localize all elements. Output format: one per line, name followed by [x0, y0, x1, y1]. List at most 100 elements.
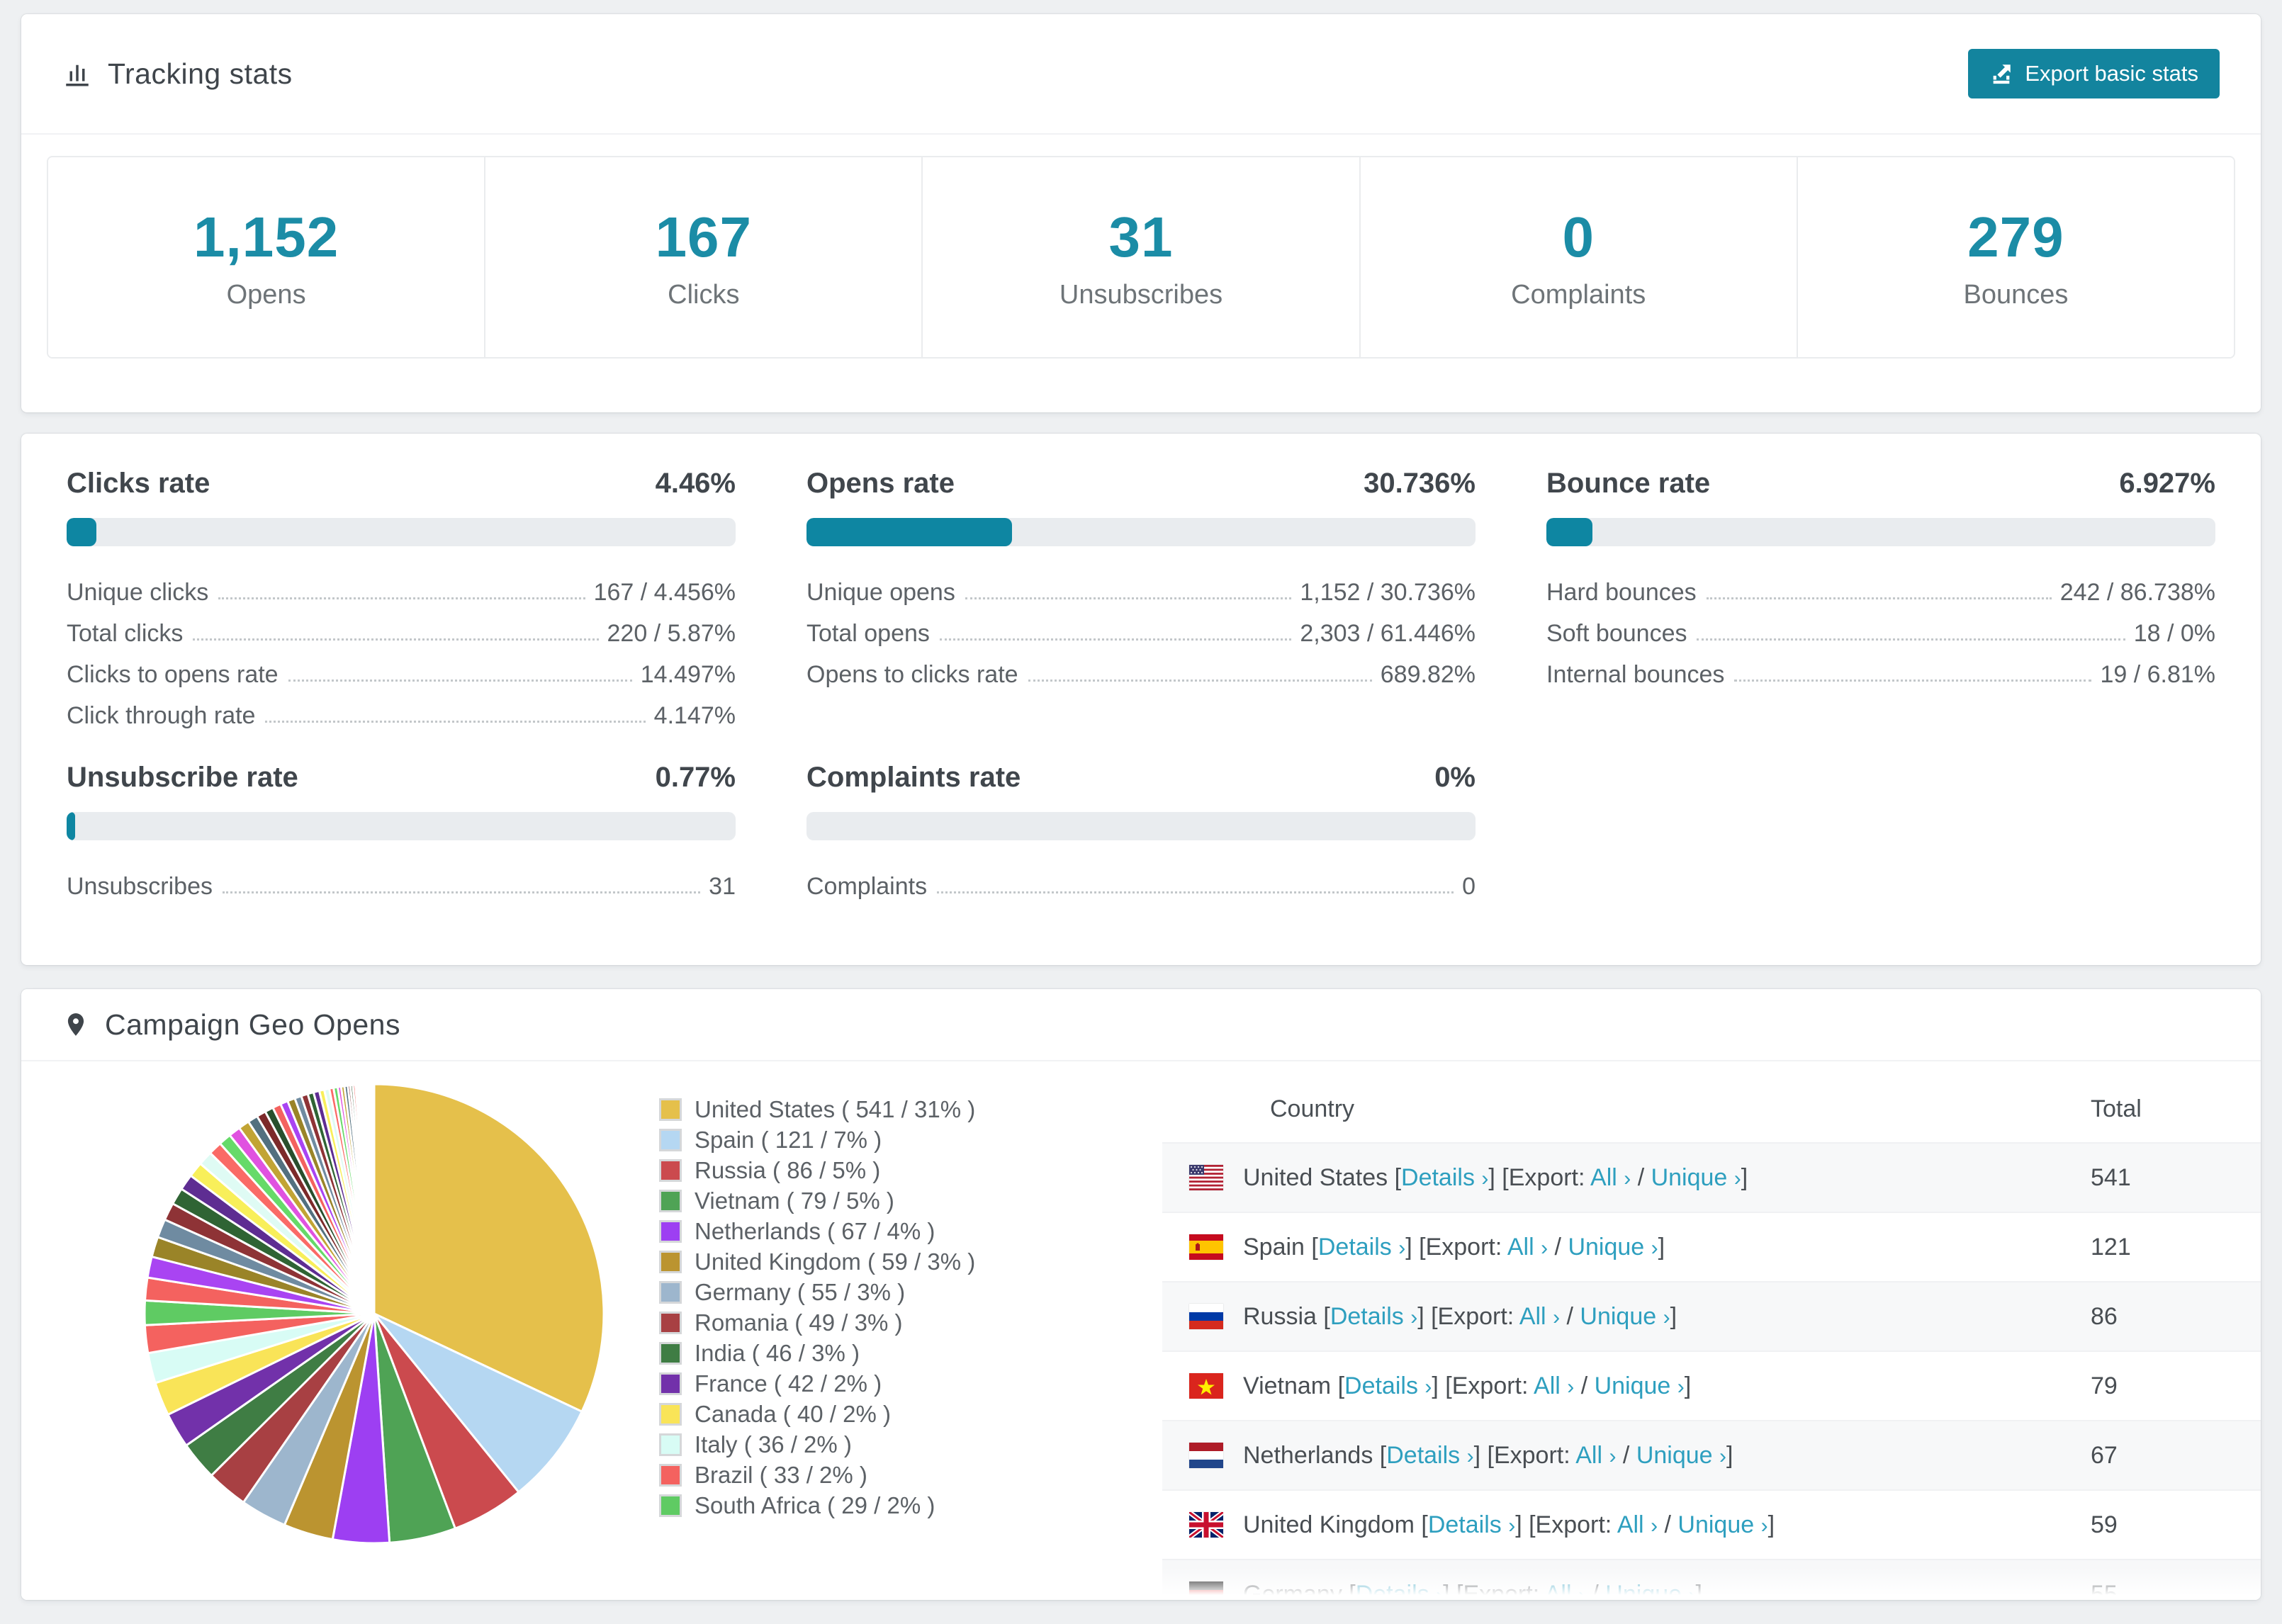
chevron-right-icon: ›	[1663, 1305, 1670, 1329]
table-row: Germany [Details ›] [Export: All › / Uni…	[1162, 1559, 2261, 1600]
details-link[interactable]: Details ›	[1386, 1442, 1473, 1469]
pie-slice-other	[372, 1083, 376, 1314]
export-unique-link[interactable]: Unique ›	[1605, 1581, 1695, 1601]
rate-row-label: Click through rate	[67, 701, 256, 729]
rate-row-value: 0	[1462, 872, 1476, 900]
export-all-link[interactable]: All ›	[1534, 1372, 1574, 1399]
rate-row-label: Total opens	[806, 619, 930, 647]
rate-row: Unsubscribes 31	[67, 859, 736, 900]
rate-row-value: 1,152 / 30.736%	[1300, 578, 1476, 606]
export-all-link[interactable]: All ›	[1507, 1234, 1548, 1261]
details-link[interactable]: Details ›	[1428, 1511, 1515, 1538]
ru-flag-icon	[1189, 1304, 1223, 1329]
export-all-link[interactable]: All ›	[1590, 1164, 1631, 1191]
geo-table-header: Country Total	[1162, 1076, 2261, 1142]
stat-box: 1,152 Opens	[48, 157, 486, 357]
progress-bar	[67, 518, 736, 546]
country-cell: Russia [Details ›] [Export: All › / Uniq…	[1243, 1302, 1677, 1330]
rate-header: Bounce rate 6.927%	[1546, 468, 2215, 500]
table-row: United States [Details ›] [Export: All ›…	[1162, 1142, 2261, 1212]
table-row: Spain [Details ›] [Export: All › / Uniqu…	[1162, 1212, 2261, 1281]
stat-value: 31	[1108, 205, 1174, 269]
chevron-right-icon: ›	[1466, 1444, 1474, 1468]
chevron-right-icon: ›	[1651, 1236, 1658, 1260]
legend-swatch	[659, 1280, 682, 1304]
rate-header: Complaints rate 0%	[806, 762, 1476, 794]
chevron-right-icon: ›	[1398, 1236, 1406, 1260]
export-all-link[interactable]: All ›	[1545, 1581, 1585, 1601]
country-name: Vietnam	[1243, 1372, 1338, 1399]
stat-label: Opens	[226, 279, 306, 310]
legend-item: South Africa ( 29 / 2% )	[659, 1490, 975, 1521]
rate-row-value: 242 / 86.738%	[2059, 578, 2215, 606]
legend-item: India ( 46 / 3% )	[659, 1338, 975, 1368]
rate-row-label: Total clicks	[67, 619, 184, 647]
progress-bar	[806, 812, 1476, 840]
legend-swatch	[659, 1250, 682, 1273]
rate-block: Clicks rate 4.46% Unique clicks 167 / 4.456…	[67, 468, 736, 729]
export-unique-link[interactable]: Unique ›	[1580, 1303, 1670, 1330]
stat-label: Bounces	[1963, 279, 2069, 310]
export-all-link[interactable]: All ›	[1519, 1303, 1560, 1330]
rate-row: Clicks to opens rate 14.497%	[67, 647, 736, 688]
es-flag-icon	[1189, 1234, 1223, 1260]
rate-row: Complaints 0	[806, 859, 1476, 900]
details-link[interactable]: Details ›	[1356, 1581, 1443, 1601]
details-link[interactable]: Details ›	[1401, 1164, 1488, 1191]
table-row: Netherlands [Details ›] [Export: All › /…	[1162, 1420, 2261, 1489]
legend-label: Russia ( 86 / 5% )	[695, 1156, 881, 1183]
stat-value: 0	[1562, 205, 1595, 269]
rate-title: Clicks rate	[67, 468, 210, 499]
export-unique-link[interactable]: Unique ›	[1651, 1164, 1741, 1191]
rate-row-value: 2,303 / 61.446%	[1300, 619, 1476, 647]
legend-label: United Kingdom ( 59 / 3% )	[695, 1248, 976, 1275]
total-cell: 541	[2091, 1163, 2131, 1191]
geo-opens-pie-chart	[140, 1080, 608, 1547]
rate-row-label: Soft bounces	[1546, 619, 1687, 647]
legend-swatch	[659, 1219, 682, 1243]
column-header-total: Total	[2091, 1095, 2142, 1122]
us-flag-icon	[1189, 1165, 1223, 1190]
country-name: United States	[1243, 1163, 1395, 1191]
rate-row-value: 167 / 4.456%	[593, 578, 736, 606]
rate-row-label: Complaints	[806, 872, 928, 900]
export-unique-link[interactable]: Unique ›	[1677, 1511, 1767, 1538]
map-pin-icon	[62, 1011, 89, 1038]
rate-rows: Hard bounces 242 / 86.738% Soft bounces 18 …	[1546, 565, 2215, 688]
export-unique-link[interactable]: Unique ›	[1568, 1234, 1658, 1261]
legend-swatch	[659, 1463, 682, 1487]
legend-item: Netherlands ( 67 / 4% )	[659, 1216, 975, 1246]
table-row: United Kingdom [Details ›] [Export: All …	[1162, 1489, 2261, 1559]
legend-item: Romania ( 49 / 3% )	[659, 1307, 975, 1338]
country-name: Netherlands	[1243, 1441, 1380, 1469]
chevron-right-icon: ›	[1760, 1513, 1768, 1538]
legend-swatch	[659, 1098, 682, 1121]
rate-row-value: 31	[709, 872, 736, 900]
total-cell: 79	[2091, 1372, 2118, 1399]
rate-value: 0.77%	[655, 762, 736, 793]
export-basic-stats-button[interactable]: Export basic stats	[1968, 49, 2220, 98]
export-all-link[interactable]: All ›	[1575, 1442, 1616, 1469]
vn-flag-icon	[1189, 1373, 1223, 1399]
stat-box: 31 Unsubscribes	[923, 157, 1361, 357]
legend-label: Spain ( 121 / 7% )	[695, 1126, 882, 1153]
geo-title: Campaign Geo Opens	[105, 1008, 400, 1041]
legend-label: Germany ( 55 / 3% )	[695, 1278, 906, 1305]
details-link[interactable]: Details ›	[1330, 1303, 1417, 1330]
chevron-right-icon: ›	[1651, 1513, 1658, 1538]
export-prefix: Export:	[1451, 1372, 1534, 1399]
rates-card: Clicks rate 4.46% Unique clicks 167 / 4.456…	[21, 434, 2261, 965]
country-cell: Germany [Details ›] [Export: All › / Uni…	[1243, 1581, 2091, 1601]
total-cell: 121	[2091, 1233, 2131, 1261]
legend-label: Brazil ( 33 / 2% )	[695, 1461, 867, 1488]
details-link[interactable]: Details ›	[1318, 1234, 1405, 1261]
export-unique-link[interactable]: Unique ›	[1636, 1442, 1726, 1469]
page-title: Tracking stats	[108, 57, 293, 90]
total-cell: 59	[2091, 1511, 2118, 1538]
rate-row: Total clicks 220 / 5.87%	[67, 606, 736, 647]
export-all-link[interactable]: All ›	[1617, 1511, 1658, 1538]
details-link[interactable]: Details ›	[1344, 1372, 1432, 1399]
export-unique-link[interactable]: Unique ›	[1595, 1372, 1685, 1399]
rates-grid: Clicks rate 4.46% Unique clicks 167 / 4.456…	[21, 434, 2261, 900]
dotted-leader	[1697, 638, 2125, 641]
